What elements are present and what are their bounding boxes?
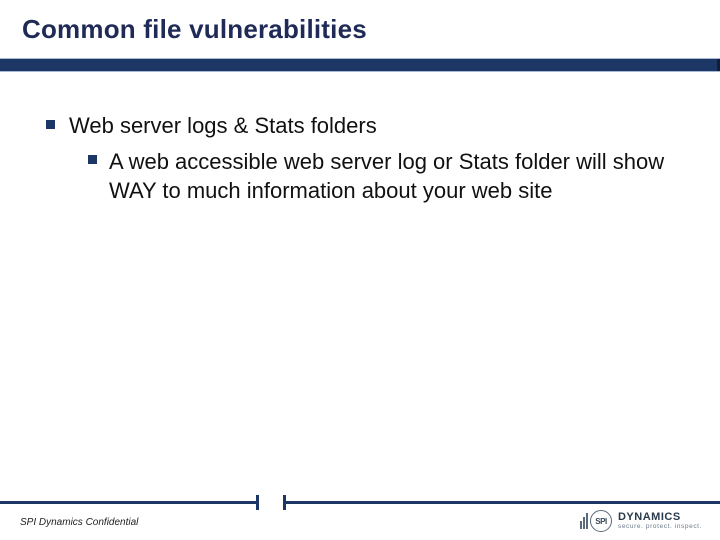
list-item: A web accessible web server log or Stats… — [88, 147, 690, 205]
logo-ring-icon: SPI — [590, 510, 612, 532]
logo-brand-main: DYNAMICS — [618, 512, 702, 523]
footer-divider — [0, 501, 720, 504]
bullet-text: A web accessible web server log or Stats… — [109, 147, 690, 205]
title-area: Common file vulnerabilities — [0, 0, 720, 45]
logo-brand: DYNAMICS secure. protect. inspect. — [618, 512, 702, 531]
logo-mark-text: SPI — [595, 517, 606, 526]
logo-stripes-icon — [580, 513, 588, 529]
slide: Common file vulnerabilities Web server l… — [0, 0, 720, 540]
footer-divider-notch — [256, 495, 286, 510]
logo-brand-tagline: secure. protect. inspect. — [618, 524, 702, 531]
bullet-text: Web server logs & Stats folders — [69, 112, 377, 141]
bullet-square-icon — [88, 155, 97, 164]
list-item: Web server logs & Stats folders — [46, 112, 690, 141]
confidential-label: SPI Dynamics Confidential — [20, 517, 138, 528]
company-logo: SPI DYNAMICS secure. protect. inspect. — [580, 510, 702, 532]
body-area: Web server logs & Stats folders A web ac… — [46, 112, 690, 205]
slide-title: Common file vulnerabilities — [22, 14, 720, 45]
logo-mark: SPI — [580, 510, 612, 532]
bullet-square-icon — [46, 120, 55, 129]
title-rule — [0, 58, 720, 72]
